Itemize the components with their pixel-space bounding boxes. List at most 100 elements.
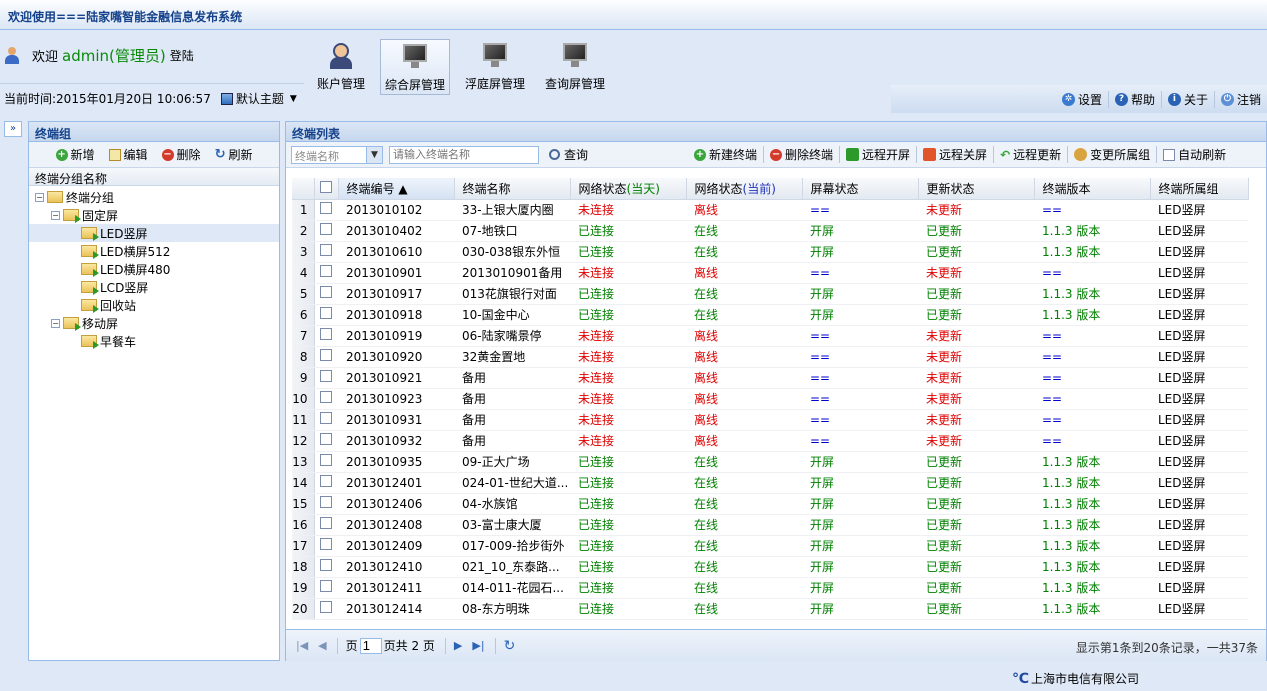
column-header[interactable]: 网络状态(当天) xyxy=(570,178,687,200)
row-checkbox[interactable] xyxy=(314,220,338,242)
row-checkbox[interactable] xyxy=(314,472,338,494)
collapse-icon[interactable]: − xyxy=(51,318,60,328)
remote-close-button[interactable]: 远程关屏 xyxy=(917,146,995,163)
row-checkbox[interactable] xyxy=(314,304,338,326)
table-row[interactable]: 7 2013010919 06-陆家嘴景停 未连接 离线 == 未更新 == LED竖屏 xyxy=(292,325,1248,347)
row-checkbox[interactable] xyxy=(314,199,338,221)
theme-select[interactable]: 默认主题 ▼ xyxy=(220,90,297,107)
table-row[interactable]: 2 2013010402 07-地铁口 已连接 在线 开屏 已更新 1.1.3 版本 LED竖屏 xyxy=(292,220,1248,242)
row-checkbox[interactable] xyxy=(314,556,338,578)
table-row[interactable]: 11 2013010931 备用 未连接 离线 == 未更新 == LED竖屏 xyxy=(292,409,1248,431)
remote-open-button[interactable]: 远程开屏 xyxy=(840,146,918,163)
row-checkbox[interactable] xyxy=(314,493,338,515)
table-row[interactable]: 20 2013012414 08-东方明珠 已连接 在线 开屏 已更新 1.1.3 版本 LED… xyxy=(292,598,1248,620)
table-row[interactable]: 14 2013012401 024-01-世纪大道... 已连接 在线 开屏 已更新 1.1.… xyxy=(292,472,1248,494)
table-row[interactable]: 9 2013010921 备用 未连接 离线 == 未更新 == LED竖屏 xyxy=(292,367,1248,389)
nav-query-label: 查询屏管理 xyxy=(544,77,605,91)
column-header[interactable]: 终端编号 ▲ xyxy=(338,178,455,200)
row-checkbox[interactable] xyxy=(314,451,338,473)
tree-node-mobile[interactable]: − 移动屏 xyxy=(29,314,279,332)
tree-node-fixed[interactable]: − 固定屏 xyxy=(29,206,279,224)
edit-group-button[interactable]: 编辑 xyxy=(108,146,148,163)
delete-terminal-button[interactable]: − 删除终端 xyxy=(764,146,841,163)
remote-update-button[interactable]: ↶ 远程更新 xyxy=(994,146,1069,163)
expand-panel-icon[interactable]: » xyxy=(4,121,22,137)
row-checkbox[interactable] xyxy=(314,535,338,557)
row-checkbox[interactable] xyxy=(314,283,338,305)
tree-node-root[interactable]: − 终端分组 xyxy=(29,188,279,206)
table-cell: 未更新 xyxy=(918,430,1034,452)
page-number-input[interactable] xyxy=(359,637,382,654)
tree-node-led-vertical[interactable]: LED竖屏 xyxy=(29,224,279,242)
row-checkbox[interactable] xyxy=(314,514,338,536)
collapse-icon[interactable]: − xyxy=(51,210,60,220)
table-cell: 离线 xyxy=(686,367,802,389)
logout-button[interactable]: ⏻ 注销 xyxy=(1213,90,1261,108)
column-header[interactable]: 终端所属组 xyxy=(1150,178,1249,200)
table-cell: LED竖屏 xyxy=(1150,556,1248,578)
auto-refresh-toggle[interactable]: 自动刷新 xyxy=(1157,146,1232,163)
prev-page-icon[interactable]: ◀ xyxy=(318,639,326,652)
table-row[interactable]: 13 2013010935 09-正大广场 已连接 在线 开屏 已更新 1.1.3 版本 LED… xyxy=(292,451,1248,473)
nav-account[interactable]: 账户管理 xyxy=(306,39,376,95)
settings-button[interactable]: ✲ 设置 xyxy=(1056,91,1102,108)
table-row[interactable]: 16 2013012408 03-富士康大厦 已连接 在线 开屏 已更新 1.1.3 版本 LE… xyxy=(292,514,1248,536)
tree-node-led-h512[interactable]: LED横屏512 xyxy=(29,242,279,260)
query-button[interactable]: 查询 xyxy=(549,146,588,163)
nav-comprehensive[interactable]: 综合屏管理 xyxy=(380,39,450,95)
collapse-icon[interactable]: − xyxy=(35,192,44,202)
table-row[interactable]: 6 2013010918 10-国金中心 已连接 在线 开屏 已更新 1.1.3 版本 LED竖… xyxy=(292,304,1248,326)
nav-query[interactable]: 查询屏管理 xyxy=(540,39,610,95)
refresh-icon[interactable]: ↻ xyxy=(504,638,516,654)
row-checkbox[interactable] xyxy=(314,367,338,389)
first-page-icon[interactable]: |◀ xyxy=(296,639,308,652)
table-cell: 开屏 xyxy=(802,451,918,473)
new-terminal-button[interactable]: + 新建终端 xyxy=(688,146,765,163)
table-row[interactable]: 5 2013010917 013花旗银行对面 已连接 在线 开屏 已更新 1.1.3 版本 LE… xyxy=(292,283,1248,305)
change-group-button[interactable]: 变更所属组 xyxy=(1068,146,1158,163)
add-group-button[interactable]: + 新增 xyxy=(55,146,95,163)
tree-node-recycle[interactable]: 回收站 xyxy=(29,296,279,314)
table-row[interactable]: 12 2013010932 备用 未连接 离线 == 未更新 == LED竖屏 xyxy=(292,430,1248,452)
auto-refresh-checkbox[interactable] xyxy=(1163,148,1176,161)
search-field-select[interactable]: 终端名称 ▼ xyxy=(291,145,383,164)
table-row[interactable]: 4 2013010901 2013010901备用 未连接 离线 == 未更新 == LED竖屏 xyxy=(292,262,1248,284)
column-header[interactable]: 终端名称 xyxy=(454,178,571,200)
row-number: 3 xyxy=(292,241,315,263)
refresh-group-button[interactable]: ↻ 刷新 xyxy=(215,146,253,163)
row-checkbox[interactable] xyxy=(314,577,338,599)
next-page-icon[interactable]: ▶ xyxy=(454,639,462,652)
delete-group-button[interactable]: − 删除 xyxy=(161,146,201,163)
column-header[interactable]: 网络状态(当前) xyxy=(686,178,803,200)
about-button[interactable]: i 关于 xyxy=(1160,90,1208,108)
table-row[interactable]: 18 2013012410 021_10_东泰路... 已连接 在线 开屏 已更新 1.1.3… xyxy=(292,556,1248,578)
row-checkbox[interactable] xyxy=(314,409,338,431)
row-checkbox[interactable] xyxy=(314,325,338,347)
last-page-icon[interactable]: ▶| xyxy=(472,639,484,652)
table-row[interactable]: 19 2013012411 014-011-花园石... 已连接 在线 开屏 已更新 1.1.… xyxy=(292,577,1248,599)
table-row[interactable]: 1 2013010102 33-上银大厦内圈 未连接 离线 == 未更新 == LED竖屏 xyxy=(292,199,1248,221)
select-all-checkbox[interactable] xyxy=(314,178,339,200)
help-button[interactable]: ? 帮助 xyxy=(1107,90,1155,108)
row-checkbox[interactable] xyxy=(314,598,338,620)
column-header[interactable]: 更新状态 xyxy=(918,178,1035,200)
tree-node-led-h480[interactable]: LED横屏480 xyxy=(29,260,279,278)
tree-node-lcd-vertical[interactable]: LCD竖屏 xyxy=(29,278,279,296)
search-input[interactable] xyxy=(389,145,539,164)
row-checkbox[interactable] xyxy=(314,346,338,368)
tree-node-breakfast[interactable]: 早餐车 xyxy=(29,332,279,350)
row-checkbox[interactable] xyxy=(314,262,338,284)
table-row[interactable]: 8 2013010920 32黄金置地 未连接 离线 == 未更新 == LED竖屏 xyxy=(292,346,1248,368)
row-checkbox[interactable] xyxy=(314,241,338,263)
table-row[interactable]: 10 2013010923 备用 未连接 离线 == 未更新 == LED竖屏 xyxy=(292,388,1248,410)
table-row[interactable]: 3 2013010610 030-038银东外恒 已连接 在线 开屏 已更新 1.1.3 版本… xyxy=(292,241,1248,263)
column-header[interactable]: 终端版本 xyxy=(1034,178,1151,200)
table-cell: 备用 xyxy=(454,409,570,431)
row-checkbox[interactable] xyxy=(314,388,338,410)
column-header[interactable]: 屏幕状态 xyxy=(802,178,919,200)
row-checkbox[interactable] xyxy=(314,430,338,452)
table-cell: 1.1.3 版本 xyxy=(1034,556,1150,578)
table-row[interactable]: 15 2013012406 04-水族馆 已连接 在线 开屏 已更新 1.1.3 版本 LED竖… xyxy=(292,493,1248,515)
table-row[interactable]: 17 2013012409 017-009-拾步街外 已连接 在线 开屏 已更新 1.1.3 … xyxy=(292,535,1248,557)
nav-floating[interactable]: 浮庭屏管理 xyxy=(460,39,530,95)
